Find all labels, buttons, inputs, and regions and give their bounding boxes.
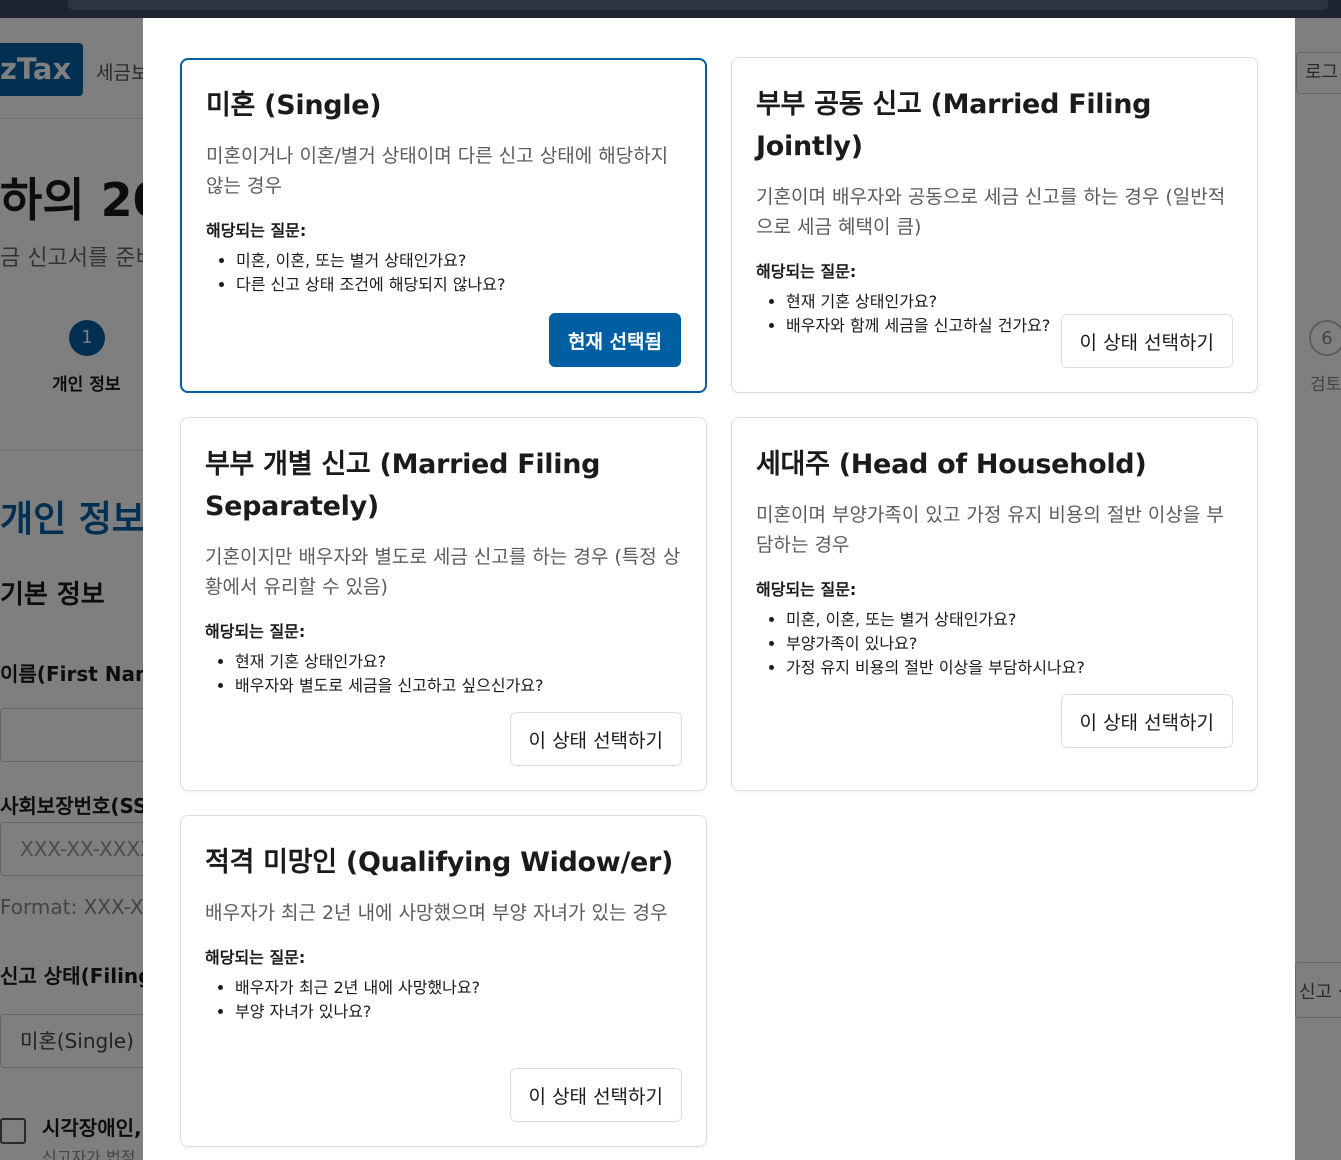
select-status-button[interactable]: 이 상태 선택하기 — [509, 1068, 682, 1122]
address-bar[interactable] — [68, 0, 1328, 10]
card-description: 기혼이며 배우자와 공동으로 세금 신고를 하는 경우 (일반적으로 세금 혜택… — [756, 186, 1226, 238]
card-married-separately[interactable]: 부부 개별 신고 (Married Filing Separately) 기혼이… — [180, 417, 707, 791]
questions-title: 해당되는 질문: — [756, 580, 857, 599]
card-description: 기혼이지만 배우자와 별도로 세금 신고를 하는 경우 (특정 상황에서 유리할… — [205, 546, 681, 598]
questions-title: 해당되는 질문: — [205, 622, 306, 641]
card-title: 적격 미망인 (Qualifying Widow/er) — [205, 847, 674, 878]
questions-list: 미혼, 이혼, 또는 별거 상태인가요? 다른 신고 상태 조건에 해당되지 않… — [206, 249, 682, 297]
currently-selected-button[interactable]: 현재 선택됨 — [548, 313, 681, 367]
questions-title: 해당되는 질문: — [206, 221, 307, 240]
filing-status-modal: 미혼 (Single) 미혼이거나 이혼/별거 상태이며 다른 신고 상태에 해… — [143, 18, 1295, 1160]
card-title: 미혼 (Single) — [206, 90, 382, 121]
questions-title: 해당되는 질문: — [756, 262, 857, 281]
questions-list: 배우자가 최근 2년 내에 사망했나요? 부양 자녀가 있나요? — [205, 976, 682, 1024]
questions-list: 현재 기혼 상태인가요? 배우자와 별도로 세금을 신고하고 싶으신가요? — [205, 650, 682, 698]
card-description: 미혼이거나 이혼/별거 상태이며 다른 신고 상태에 해당하지 않는 경우 — [206, 145, 669, 197]
question-item: 부양 자녀가 있나요? — [235, 1000, 682, 1024]
question-item: 현재 기혼 상태인가요? — [235, 650, 682, 674]
select-status-button[interactable]: 이 상태 선택하기 — [1060, 694, 1233, 748]
card-qualifying-widow[interactable]: 적격 미망인 (Qualifying Widow/er) 배우자가 최근 2년 … — [180, 815, 707, 1147]
card-description: 배우자가 최근 2년 내에 사망했으며 부양 자녀가 있는 경우 — [205, 902, 668, 924]
question-item: 다른 신고 상태 조건에 해당되지 않나요? — [236, 273, 682, 297]
card-title: 부부 공동 신고 (Married Filing Jointly) — [756, 89, 1152, 162]
card-head-of-household[interactable]: 세대주 (Head of Household) 미혼이며 부양가족이 있고 가정… — [731, 417, 1258, 791]
browser-toolbar — [0, 0, 1341, 18]
question-item: 배우자가 최근 2년 내에 사망했나요? — [235, 976, 682, 1000]
question-item: 미혼, 이혼, 또는 별거 상태인가요? — [236, 249, 682, 273]
select-status-button[interactable]: 이 상태 선택하기 — [509, 712, 682, 766]
question-item: 미혼, 이혼, 또는 별거 상태인가요? — [786, 608, 1233, 632]
select-status-button[interactable]: 이 상태 선택하기 — [1060, 314, 1233, 368]
card-single[interactable]: 미혼 (Single) 미혼이거나 이혼/별거 상태이며 다른 신고 상태에 해… — [180, 58, 707, 393]
card-description: 미혼이며 부양가족이 있고 가정 유지 비용의 절반 이상을 부담하는 경우 — [756, 504, 1224, 556]
question-item: 현재 기혼 상태인가요? — [786, 290, 1233, 314]
card-title: 부부 개별 신고 (Married Filing Separately) — [205, 449, 601, 522]
question-item: 배우자와 별도로 세금을 신고하고 싶으신가요? — [235, 674, 682, 698]
card-title: 세대주 (Head of Household) — [756, 449, 1147, 480]
question-item: 부양가족이 있나요? — [786, 632, 1233, 656]
card-married-jointly[interactable]: 부부 공동 신고 (Married Filing Jointly) 기혼이며 배… — [731, 57, 1258, 393]
question-item: 가정 유지 비용의 절반 이상을 부담하시나요? — [786, 656, 1233, 680]
questions-title: 해당되는 질문: — [205, 948, 306, 967]
questions-list: 미혼, 이혼, 또는 별거 상태인가요? 부양가족이 있나요? 가정 유지 비용… — [756, 608, 1233, 680]
